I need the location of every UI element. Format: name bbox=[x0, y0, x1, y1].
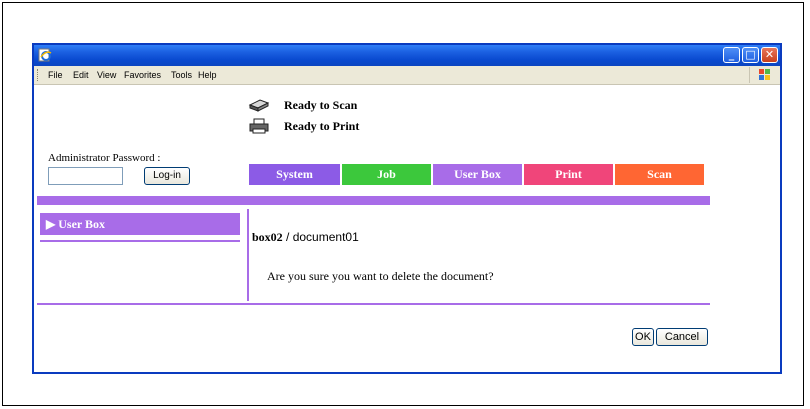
tab-user-box[interactable]: User Box bbox=[433, 164, 522, 185]
menu-file[interactable]: File bbox=[48, 70, 63, 80]
admin-password-input[interactable] bbox=[48, 167, 123, 185]
sidebar-item-user-box[interactable]: ▶ User Box bbox=[40, 213, 240, 235]
sidebar-underline bbox=[40, 240, 240, 242]
menu-view[interactable]: View bbox=[97, 70, 116, 80]
page-content: Ready to Scan Ready to Print Administrat… bbox=[34, 85, 780, 372]
footer-divider bbox=[37, 303, 710, 305]
vertical-divider bbox=[247, 209, 249, 301]
maximize-icon[interactable]: □ bbox=[742, 47, 759, 63]
menu-bar: File Edit View Favorites Tools Help bbox=[34, 66, 780, 85]
admin-password-label: Administrator Password : bbox=[48, 152, 161, 164]
printer-icon bbox=[249, 118, 269, 134]
menu-help[interactable]: Help bbox=[198, 70, 217, 80]
minimize-icon[interactable]: _ bbox=[723, 47, 740, 63]
windows-logo-icon bbox=[749, 67, 778, 83]
ok-button[interactable]: OK bbox=[632, 328, 654, 346]
menu-edit[interactable]: Edit bbox=[73, 70, 89, 80]
cancel-button[interactable]: Cancel bbox=[656, 328, 708, 346]
header-divider-bar bbox=[37, 196, 710, 205]
login-button[interactable]: Log-in bbox=[144, 167, 190, 185]
tab-print[interactable]: Print bbox=[524, 164, 613, 185]
breadcrumb-box: box02 bbox=[252, 230, 283, 244]
scanner-status-text: Ready to Scan bbox=[284, 98, 358, 112]
breadcrumb-separator: / bbox=[282, 230, 293, 244]
tab-scan[interactable]: Scan bbox=[615, 164, 704, 185]
menu-favorites[interactable]: Favorites bbox=[124, 70, 161, 80]
title-bar[interactable]: _ □ ✕ bbox=[34, 45, 780, 66]
tab-system[interactable]: System bbox=[249, 164, 340, 185]
breadcrumb: box02 / document01 bbox=[252, 230, 359, 245]
tab-job[interactable]: Job bbox=[342, 164, 431, 185]
close-icon[interactable]: ✕ bbox=[761, 47, 778, 63]
menu-grip bbox=[37, 69, 40, 81]
browser-window: _ □ ✕ File Edit View Favorites Tools Hel… bbox=[32, 43, 782, 374]
breadcrumb-document: document01 bbox=[292, 230, 359, 244]
scanner-icon bbox=[248, 99, 270, 112]
ie-app-icon bbox=[38, 48, 52, 62]
printer-status-text: Ready to Print bbox=[284, 119, 360, 133]
menu-tools[interactable]: Tools bbox=[171, 70, 192, 80]
delete-confirm-message: Are you sure you want to delete the docu… bbox=[267, 269, 494, 283]
